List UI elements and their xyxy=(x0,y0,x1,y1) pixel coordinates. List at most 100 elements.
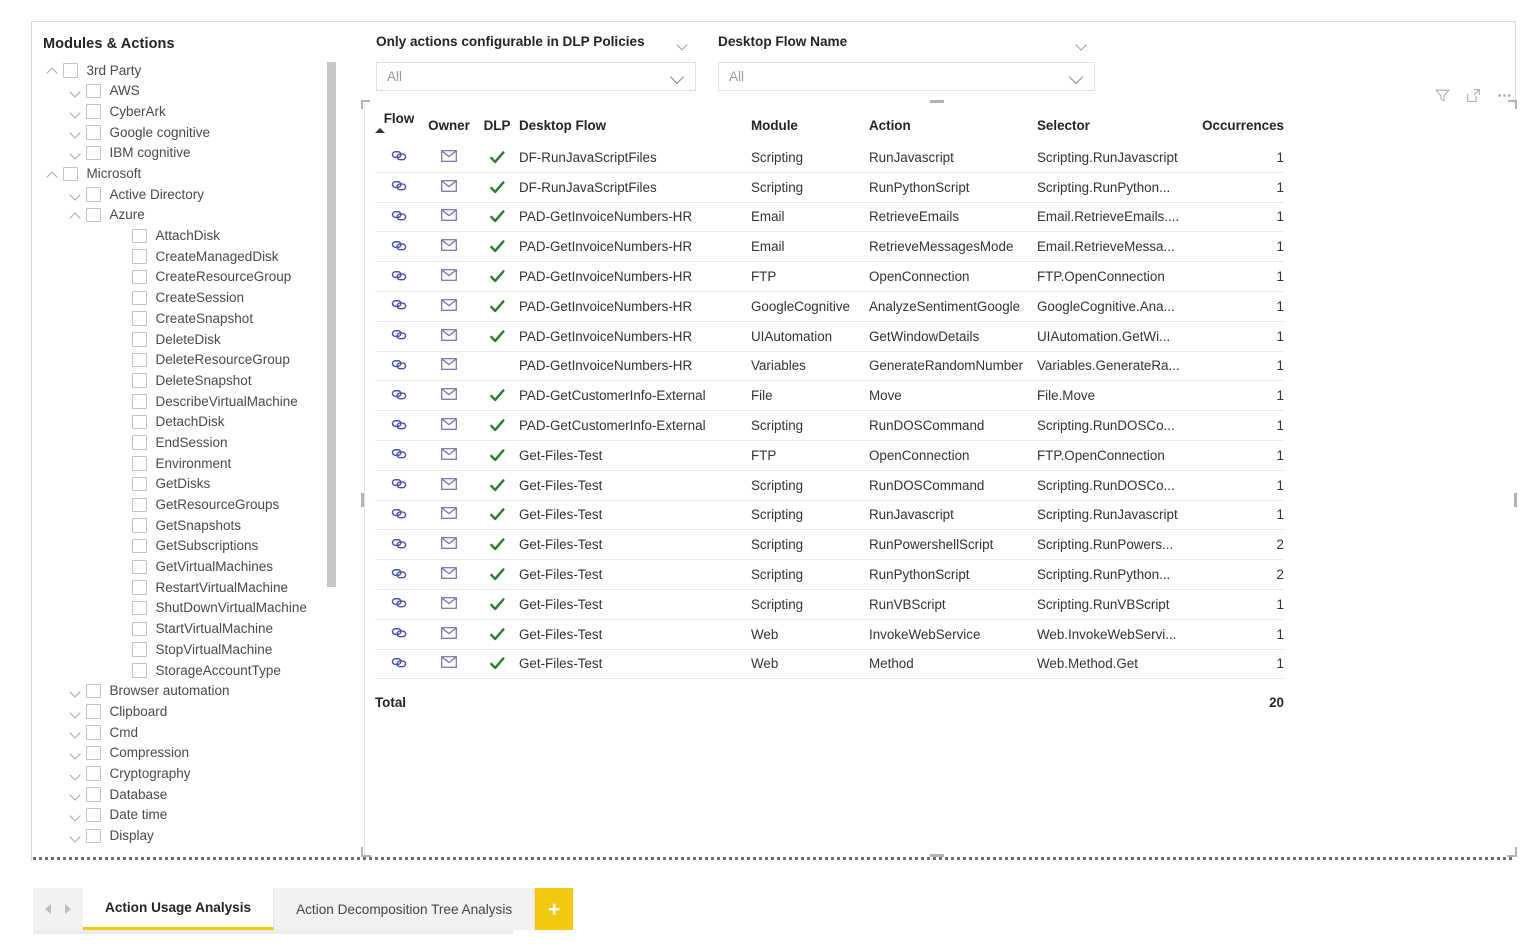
tree-node[interactable]: Google cognitive xyxy=(32,122,342,143)
tree-node-checkbox[interactable] xyxy=(132,290,147,306)
column-header-flow[interactable]: Flow xyxy=(375,111,423,143)
tree-node-checkbox[interactable] xyxy=(132,373,147,388)
tree-node[interactable]: AttachDisk xyxy=(32,226,342,247)
resize-handle-mr[interactable] xyxy=(1514,493,1517,507)
tree-node-checkbox[interactable] xyxy=(132,642,147,657)
chevron-down-icon[interactable] xyxy=(66,102,86,122)
tree-node-checkbox[interactable] xyxy=(132,249,147,264)
table-row[interactable]: Get-Files-Test Web Method Web.Method.Get 1 xyxy=(375,649,1284,680)
page-tab[interactable]: Action Usage Analysis xyxy=(83,888,275,930)
flow-link-icon[interactable] xyxy=(375,172,423,203)
flow-link-icon[interactable] xyxy=(375,649,423,680)
tree-node-checkbox[interactable] xyxy=(86,766,101,781)
email-icon[interactable] xyxy=(423,649,475,680)
chevron-down-icon[interactable] xyxy=(66,81,86,101)
chevron-down-icon[interactable] xyxy=(66,722,86,742)
flow-link-icon[interactable] xyxy=(375,619,423,650)
flow-link-icon[interactable] xyxy=(375,589,423,620)
column-header-dlp[interactable]: DLP xyxy=(475,111,519,143)
flow-link-icon[interactable] xyxy=(375,500,423,531)
tree-node[interactable]: Cmd xyxy=(32,722,342,743)
next-page-icon[interactable] xyxy=(65,904,71,914)
chevron-down-icon[interactable] xyxy=(66,122,86,142)
tree-node[interactable]: Active Directory xyxy=(32,184,342,205)
tree-node[interactable]: Azure xyxy=(32,205,342,226)
table-row[interactable]: DF-RunJavaScriptFiles Scripting RunJavascr… xyxy=(375,143,1284,173)
flow-link-icon[interactable] xyxy=(375,559,423,590)
tree-node-checkbox[interactable] xyxy=(132,663,147,678)
tree-node-checkbox[interactable] xyxy=(63,63,78,78)
tree-node[interactable]: Browser automation xyxy=(32,681,342,702)
tree-node-checkbox[interactable] xyxy=(86,145,101,161)
resize-handle-tm[interactable] xyxy=(930,100,944,103)
table-row[interactable]: PAD-GetInvoiceNumbers-HR Variables Generat… xyxy=(375,351,1284,382)
table-row[interactable]: PAD-GetInvoiceNumbers-HR UIAutomation GetW… xyxy=(375,321,1284,352)
tree-node[interactable]: CreateResourceGroup xyxy=(32,267,342,288)
tree-node-checkbox[interactable] xyxy=(132,332,147,347)
tree-node-checkbox[interactable] xyxy=(86,704,101,719)
table-row[interactable]: DF-RunJavaScriptFiles Scripting RunPythonS… xyxy=(375,172,1284,203)
email-icon[interactable] xyxy=(423,351,475,382)
table-row[interactable]: Get-Files-Test Scripting RunJavascript Scri… xyxy=(375,500,1284,531)
tree-scrollbar-thumb[interactable] xyxy=(327,62,336,587)
flow-link-icon[interactable] xyxy=(375,291,423,322)
slicer-dlp-expand-icon[interactable] xyxy=(677,41,688,48)
table-row[interactable]: Get-Files-Test Web InvokeWebService Web.Inv… xyxy=(375,619,1284,650)
table-row[interactable]: Get-Files-Test Scripting RunPythonScript Sc… xyxy=(375,559,1284,590)
tree-node-checkbox[interactable] xyxy=(86,828,101,844)
tree-node-checkbox[interactable] xyxy=(132,538,147,554)
email-icon[interactable] xyxy=(423,440,475,471)
tree-node[interactable]: Database xyxy=(32,784,342,805)
tree-node[interactable]: GetSnapshots xyxy=(32,515,342,536)
tree-node-checkbox[interactable] xyxy=(132,580,147,595)
flow-link-icon[interactable] xyxy=(375,321,423,352)
tree-node-checkbox[interactable] xyxy=(86,125,101,140)
tree-node[interactable]: DetachDisk xyxy=(32,412,342,433)
chevron-down-icon[interactable] xyxy=(671,72,684,80)
table-row[interactable]: PAD-GetInvoiceNumbers-HR GoogleCognitive A… xyxy=(375,291,1284,322)
tree-node[interactable]: DeleteSnapshot xyxy=(32,370,342,391)
column-header-module[interactable]: Module xyxy=(751,111,869,143)
chevron-down-icon[interactable] xyxy=(66,184,86,204)
filter-icon[interactable] xyxy=(1434,87,1451,104)
tree-node-checkbox[interactable] xyxy=(86,83,101,99)
tree-node[interactable]: DescribeVirtualMachine xyxy=(32,391,342,412)
flow-link-icon[interactable] xyxy=(375,410,423,441)
slicer-dlp-dropdown[interactable]: All xyxy=(376,62,696,91)
tree-node-checkbox[interactable] xyxy=(132,600,147,616)
tree-node[interactable]: EndSession xyxy=(32,432,342,453)
table-row[interactable]: PAD-GetCustomerInfo-External Scripting Run… xyxy=(375,410,1284,441)
tree-node-checkbox[interactable] xyxy=(132,518,147,533)
tree-node-checkbox[interactable] xyxy=(86,787,101,802)
add-page-button[interactable]: + xyxy=(535,888,574,930)
flow-link-icon[interactable] xyxy=(375,202,423,233)
resize-handle-ml[interactable] xyxy=(361,493,364,507)
table-row[interactable]: PAD-GetInvoiceNumbers-HR Email RetrieveMes… xyxy=(375,231,1284,263)
tree-node[interactable]: AWS xyxy=(32,81,342,102)
table-row[interactable]: Get-Files-Test FTP OpenConnection FTP.OpenC… xyxy=(375,440,1284,471)
tree-node[interactable]: CreateSession xyxy=(32,288,342,309)
tree-node-checkbox[interactable] xyxy=(86,807,101,823)
table-row[interactable]: PAD-GetInvoiceNumbers-HR FTP OpenConnectio… xyxy=(375,261,1284,292)
tree-node-list[interactable]: 3rd Party AWS CyberArk Google cognitive IBM … xyxy=(32,60,342,860)
tree-node[interactable]: ShutDownVirtualMachine xyxy=(32,598,342,619)
email-icon[interactable] xyxy=(423,143,475,173)
previous-page-icon[interactable] xyxy=(45,904,51,914)
flow-link-icon[interactable] xyxy=(375,231,423,263)
tree-node-checkbox[interactable] xyxy=(132,621,147,637)
tree-node-checkbox[interactable] xyxy=(86,745,101,761)
chevron-down-icon[interactable] xyxy=(66,805,86,825)
tree-node[interactable]: StorageAccountType xyxy=(32,660,342,681)
tree-node-checkbox[interactable] xyxy=(132,456,147,471)
table-row[interactable]: Get-Files-Test Scripting RunDOSCommand Scri… xyxy=(375,470,1284,501)
chevron-down-icon[interactable] xyxy=(66,143,86,163)
tree-node[interactable]: RestartVirtualMachine xyxy=(32,577,342,598)
tree-node[interactable]: IBM cognitive xyxy=(32,143,342,164)
flow-link-icon[interactable] xyxy=(375,351,423,382)
column-header-owner[interactable]: Owner xyxy=(423,111,475,143)
chevron-down-icon[interactable] xyxy=(66,743,86,763)
flow-link-icon[interactable] xyxy=(375,143,423,173)
chevron-down-icon[interactable] xyxy=(66,702,86,722)
tree-node[interactable]: GetVirtualMachines xyxy=(32,557,342,578)
tree-node[interactable]: Clipboard xyxy=(32,701,342,722)
